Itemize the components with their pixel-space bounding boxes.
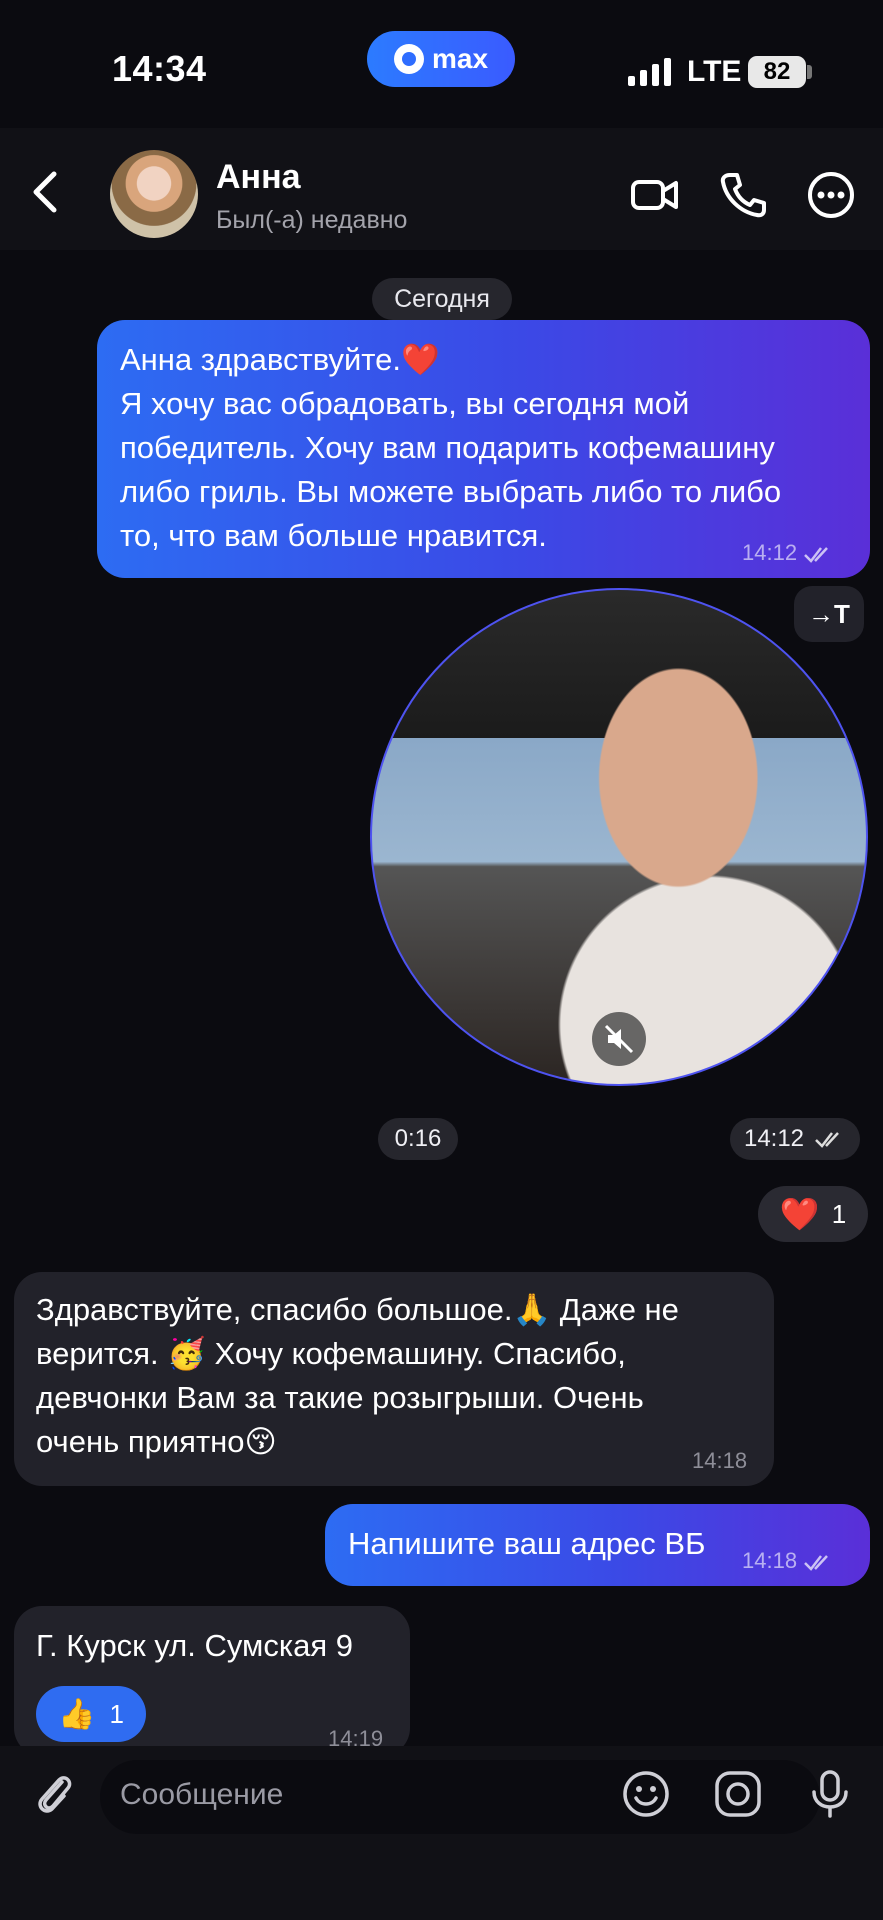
message-placeholder: Сообщение bbox=[120, 1778, 284, 1811]
avatar[interactable] bbox=[110, 150, 198, 238]
heart-reaction[interactable]: ❤️ 1 bbox=[758, 1186, 868, 1242]
battery-icon: 82 bbox=[748, 56, 806, 88]
message-text: Здравствуйте, спасибо большое.🙏 Даже не … bbox=[36, 1292, 679, 1459]
reaction-count: 1 bbox=[831, 1198, 847, 1229]
sticker-icon[interactable] bbox=[712, 1768, 764, 1820]
more-icon[interactable] bbox=[806, 170, 856, 220]
max-app-badge[interactable]: max bbox=[367, 31, 515, 87]
read-check-icon bbox=[804, 547, 829, 564]
message-text: Анна здравствуйте.❤️ Я хочу вас обрадова… bbox=[120, 342, 782, 553]
contact-status: Был(-а) недавно bbox=[216, 206, 408, 234]
phone-icon[interactable] bbox=[718, 170, 768, 220]
max-logo-icon bbox=[393, 44, 424, 74]
message-time: 14:18 bbox=[742, 1548, 835, 1574]
message-time: 14:12 bbox=[742, 540, 835, 566]
thumbs-up-icon: 👍 bbox=[58, 1697, 96, 1731]
heart-icon: ❤️ bbox=[779, 1196, 820, 1232]
microphone-icon[interactable] bbox=[804, 1768, 856, 1820]
translate-button[interactable]: →T bbox=[794, 586, 864, 642]
message-time: 14:18 bbox=[692, 1448, 748, 1473]
message-time: 14:12 bbox=[730, 1118, 860, 1160]
read-check-icon bbox=[815, 1132, 839, 1148]
signal-icon bbox=[628, 58, 671, 86]
max-label: max bbox=[431, 43, 489, 74]
message-text: Г. Курск ул. Сумская 9 bbox=[36, 1628, 353, 1663]
status-time: 14:34 bbox=[112, 48, 207, 89]
reaction-count: 1 bbox=[109, 1698, 124, 1729]
date-divider: Сегодня bbox=[372, 278, 512, 320]
video-duration: 0:16 bbox=[378, 1118, 458, 1160]
attach-icon[interactable] bbox=[28, 1768, 80, 1820]
back-icon[interactable] bbox=[26, 168, 66, 216]
thumbs-up-reaction[interactable]: 👍 1 bbox=[36, 1686, 146, 1742]
muted-speaker-icon[interactable] bbox=[592, 1012, 646, 1066]
battery-tip bbox=[807, 65, 812, 79]
video-call-icon[interactable] bbox=[630, 170, 680, 220]
emoji-icon[interactable] bbox=[620, 1768, 672, 1820]
read-check-icon bbox=[804, 1555, 829, 1572]
contact-name[interactable]: Анна bbox=[216, 158, 301, 197]
message-text: Напишите ваш адрес ВБ bbox=[348, 1526, 706, 1561]
network-type: LTE bbox=[687, 55, 742, 88]
